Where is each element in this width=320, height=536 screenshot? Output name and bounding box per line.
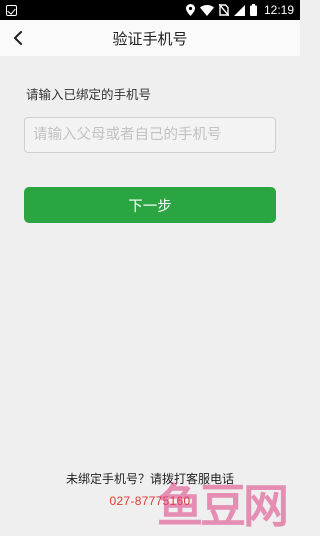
back-button[interactable] xyxy=(4,24,32,52)
status-time: 12:19 xyxy=(263,3,294,17)
notification-icon xyxy=(6,4,17,16)
phone-number-input[interactable] xyxy=(24,117,276,153)
hotline-number[interactable]: 027-87775160 xyxy=(0,494,300,508)
status-bar: 12:19 xyxy=(0,0,300,20)
no-sim-icon xyxy=(218,4,229,16)
status-left xyxy=(6,4,17,16)
next-step-button[interactable]: 下一步 xyxy=(24,187,276,223)
chevron-left-icon xyxy=(14,31,22,45)
help-text: 未绑定手机号？请拨打客服电话 xyxy=(65,472,234,486)
signal-icon xyxy=(233,4,245,16)
location-icon xyxy=(185,4,195,16)
phone-prompt-label: 请输入已绑定的手机号 xyxy=(26,87,152,102)
nav-bar: 验证手机号 xyxy=(0,20,300,56)
wifi-icon xyxy=(199,4,214,16)
page-title: 验证手机号 xyxy=(112,29,188,48)
status-right: 12:19 xyxy=(185,3,294,17)
battery-icon xyxy=(249,4,257,16)
